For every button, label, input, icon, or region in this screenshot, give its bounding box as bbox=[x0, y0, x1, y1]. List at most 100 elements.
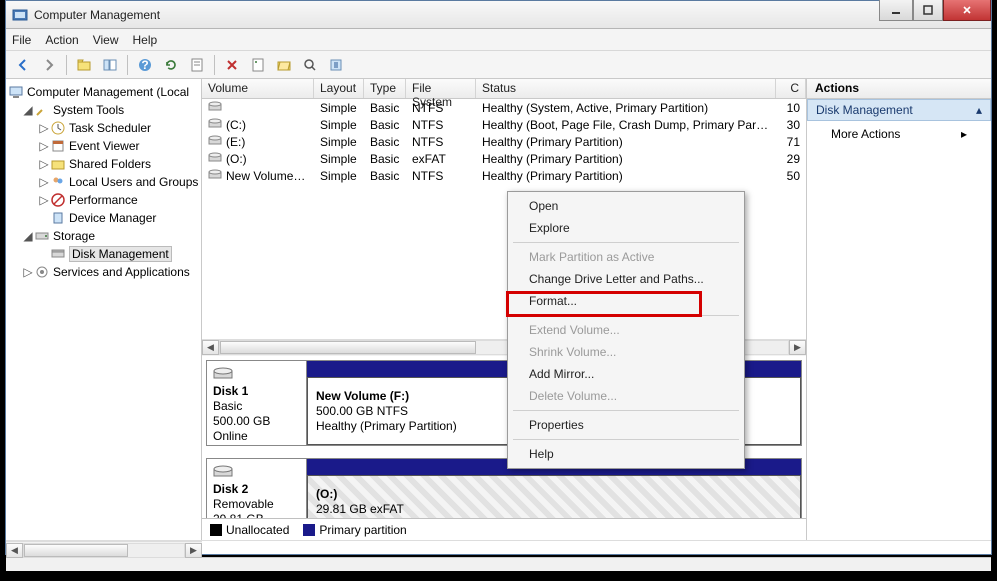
tree-services[interactable]: ▷Services and Applications bbox=[8, 263, 199, 281]
tree-disk-management[interactable]: ▷Disk Management bbox=[8, 245, 199, 263]
titlebar[interactable]: Computer Management bbox=[6, 1, 991, 29]
cell-c: 10 bbox=[776, 101, 806, 115]
close-button[interactable] bbox=[943, 0, 991, 21]
volume-icon bbox=[208, 118, 222, 129]
tree-system-tools[interactable]: ◢System Tools bbox=[8, 101, 199, 119]
workarea: Computer Management (Local ◢System Tools… bbox=[6, 79, 991, 540]
cell-filesystem: NTFS bbox=[406, 118, 476, 132]
cell-type: Basic bbox=[364, 101, 406, 115]
cell-filesystem: NTFS bbox=[406, 101, 476, 115]
actions-header: Actions bbox=[807, 79, 991, 99]
disk-name: Disk 1 bbox=[213, 384, 300, 398]
cell-volume: (E:) bbox=[202, 135, 314, 149]
menu-help[interactable]: Help bbox=[133, 33, 158, 47]
ctx-extend-volume: Extend Volume... bbox=[511, 319, 741, 341]
toolbar: ? bbox=[6, 51, 991, 79]
cell-volume: (O:) bbox=[202, 152, 314, 166]
col-volume[interactable]: Volume bbox=[202, 79, 314, 98]
tree-event-viewer[interactable]: ▷Event Viewer bbox=[8, 137, 199, 155]
tree-storage[interactable]: ◢Storage bbox=[8, 227, 199, 245]
actions-more-actions[interactable]: More Actions ▸ bbox=[807, 121, 991, 147]
action-button[interactable] bbox=[325, 54, 347, 76]
ctx-help[interactable]: Help bbox=[511, 443, 741, 465]
disk-kind: Removable bbox=[213, 497, 300, 511]
folder-icon bbox=[50, 156, 66, 172]
tree-task-scheduler[interactable]: ▷Task Scheduler bbox=[8, 119, 199, 137]
ctx-change-drive-letter[interactable]: Change Drive Letter and Paths... bbox=[511, 268, 741, 290]
partition-detail: 29.81 GB exFAT bbox=[316, 502, 792, 516]
ctx-open[interactable]: Open bbox=[511, 195, 741, 217]
legend: Unallocated Primary partition bbox=[202, 518, 806, 540]
disk-icon bbox=[50, 246, 66, 262]
partition-box[interactable]: (O:) 29.81 GB exFAT Healthy (Primary Par… bbox=[307, 475, 801, 519]
scroll-left-button[interactable]: ◀ bbox=[202, 340, 219, 355]
col-layout[interactable]: Layout bbox=[314, 79, 364, 98]
actions-group-header[interactable]: Disk Management ▴ bbox=[807, 99, 991, 121]
volume-icon bbox=[208, 101, 222, 112]
table-row[interactable]: (O:)SimpleBasicexFATHealthy (Primary Par… bbox=[202, 150, 806, 167]
search-button[interactable] bbox=[299, 54, 321, 76]
forward-button[interactable] bbox=[38, 54, 60, 76]
scroll-right-button[interactable]: ▶ bbox=[185, 543, 202, 558]
cell-type: Basic bbox=[364, 135, 406, 149]
export-list-button[interactable] bbox=[186, 54, 208, 76]
toolbar-separator bbox=[214, 55, 215, 75]
cell-c: 50 bbox=[776, 169, 806, 183]
scroll-left-button[interactable]: ◀ bbox=[6, 543, 23, 558]
scroll-thumb[interactable] bbox=[220, 341, 476, 354]
disk-state: Online bbox=[213, 429, 300, 443]
menu-file[interactable]: File bbox=[12, 33, 31, 47]
ctx-add-mirror[interactable]: Add Mirror... bbox=[511, 363, 741, 385]
disk-header: Disk 2 Removable 29.81 GB Online bbox=[207, 459, 307, 519]
window-buttons bbox=[879, 0, 991, 21]
help-button[interactable]: ? bbox=[134, 54, 156, 76]
navigation-tree[interactable]: Computer Management (Local ◢System Tools… bbox=[6, 79, 202, 540]
scroll-right-button[interactable]: ▶ bbox=[789, 340, 806, 355]
ctx-properties[interactable]: Properties bbox=[511, 414, 741, 436]
disk-header: Disk 1 Basic 500.00 GB Online bbox=[207, 361, 307, 445]
table-row[interactable]: (E:)SimpleBasicNTFSHealthy (Primary Part… bbox=[202, 133, 806, 150]
show-hide-tree-button[interactable] bbox=[99, 54, 121, 76]
tree-device-manager[interactable]: ▷Device Manager bbox=[8, 209, 199, 227]
cell-c: 30 bbox=[776, 118, 806, 132]
tree-scrollbar[interactable]: ◀ ▶ bbox=[6, 541, 202, 558]
col-type[interactable]: Type bbox=[364, 79, 406, 98]
clock-icon bbox=[50, 120, 66, 136]
cell-filesystem: NTFS bbox=[406, 135, 476, 149]
cell-status: Healthy (Primary Partition) bbox=[476, 135, 776, 149]
cell-type: Basic bbox=[364, 169, 406, 183]
maximize-button[interactable] bbox=[913, 0, 943, 21]
menu-separator bbox=[513, 315, 739, 316]
tree-shared-folders[interactable]: ▷Shared Folders bbox=[8, 155, 199, 173]
refresh-button[interactable] bbox=[160, 54, 182, 76]
open-button[interactable] bbox=[273, 54, 295, 76]
cell-layout: Simple bbox=[314, 118, 364, 132]
tree-local-users[interactable]: ▷Local Users and Groups bbox=[8, 173, 199, 191]
properties-button[interactable] bbox=[247, 54, 269, 76]
table-row[interactable]: (C:)SimpleBasicNTFSHealthy (Boot, Page F… bbox=[202, 116, 806, 133]
menu-view[interactable]: View bbox=[93, 33, 119, 47]
back-button[interactable] bbox=[12, 54, 34, 76]
cell-layout: Simple bbox=[314, 169, 364, 183]
table-row[interactable]: SimpleBasicNTFSHealthy (System, Active, … bbox=[202, 99, 806, 116]
minimize-button[interactable] bbox=[879, 0, 913, 21]
volume-icon bbox=[208, 152, 222, 163]
menu-action[interactable]: Action bbox=[45, 33, 78, 47]
window-title: Computer Management bbox=[34, 8, 160, 22]
cell-c: 71 bbox=[776, 135, 806, 149]
disk-name: Disk 2 bbox=[213, 482, 300, 496]
tree-root[interactable]: Computer Management (Local bbox=[8, 83, 199, 101]
tree-performance[interactable]: ▷Performance bbox=[8, 191, 199, 209]
delete-button[interactable] bbox=[221, 54, 243, 76]
col-c[interactable]: C bbox=[776, 79, 806, 98]
up-button[interactable] bbox=[73, 54, 95, 76]
col-status[interactable]: Status bbox=[476, 79, 776, 98]
ctx-format[interactable]: Format... bbox=[511, 290, 741, 312]
cell-type: Basic bbox=[364, 152, 406, 166]
col-filesystem[interactable]: File System bbox=[406, 79, 476, 98]
cell-layout: Simple bbox=[314, 152, 364, 166]
table-row[interactable]: New Volume (F:)SimpleBasicNTFSHealthy (P… bbox=[202, 167, 806, 184]
device-icon bbox=[50, 210, 66, 226]
statusbar bbox=[6, 557, 991, 571]
ctx-explore[interactable]: Explore bbox=[511, 217, 741, 239]
